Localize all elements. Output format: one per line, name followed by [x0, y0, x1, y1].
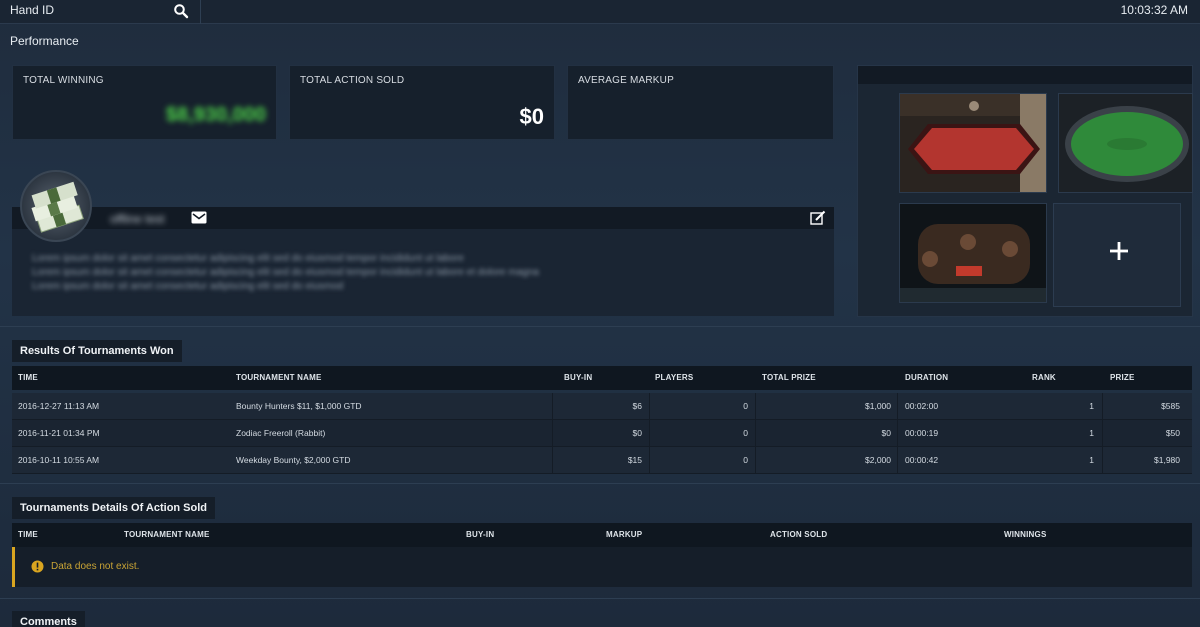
col-action-sold[interactable]: ACTION SOLD [770, 530, 827, 539]
col-buy-in[interactable]: BUY-IN [564, 373, 592, 382]
col-markup[interactable]: MARKUP [606, 530, 642, 539]
cell-buy-in: $6 [632, 401, 642, 411]
col-rank[interactable]: RANK [1032, 373, 1056, 382]
total-action-sold-title: TOTAL ACTION SOLD [300, 75, 405, 86]
plus-icon[interactable] [1110, 242, 1128, 260]
total-winning-value: $8,930,000 [165, 104, 266, 126]
cell-tournament-name: Bounty Hunters $11, $1,000 GTD [236, 401, 362, 411]
section-divider [0, 326, 1200, 327]
table-row[interactable]: 2016-12-27 11:13 AM Bounty Hunters $11, … [12, 393, 1192, 420]
gallery-header [858, 66, 1192, 84]
action-sold-table: TIME TOURNAMENT NAME BUY-IN MARKUP ACTIO… [12, 523, 1192, 587]
average-markup-card: AVERAGE MARKUP [567, 65, 834, 140]
bio-line-1: Lorem ipsum dolor sit amet consectetur a… [32, 253, 464, 264]
col-players[interactable]: PLAYERS [655, 373, 693, 382]
profile-header: offline test [12, 207, 834, 229]
cell-buy-in: $15 [627, 455, 642, 465]
cell-duration: 00:02:00 [905, 401, 939, 411]
cell-prize: $50 [1165, 428, 1180, 438]
cell-time: 2016-12-27 11:13 AM [18, 401, 100, 411]
cell-duration: 00:00:19 [905, 428, 939, 438]
col-buy-in[interactable]: BUY-IN [466, 530, 494, 539]
col-total-prize[interactable]: TOTAL PRIZE [762, 373, 816, 382]
section-divider [0, 483, 1200, 484]
col-winnings[interactable]: WINNINGS [1004, 530, 1047, 539]
avatar[interactable] [20, 170, 92, 242]
empty-state: Data does not exist. [12, 547, 1192, 587]
table-header: TIME TOURNAMENT NAME BUY-IN MARKUP ACTIO… [12, 523, 1192, 547]
green-table-thumbnail[interactable] [1058, 93, 1193, 193]
tournaments-won-label: Results Of Tournaments Won [12, 340, 182, 362]
cell-tournament-name: Weekday Bounty, $2,000 GTD [236, 455, 351, 465]
cell-total-prize: $2,000 [865, 455, 891, 465]
clock: 10:03:32 AM [1120, 3, 1188, 17]
tournaments-won-table: TIME TOURNAMENT NAME BUY-IN PLAYERS TOTA… [12, 366, 1192, 474]
search-icon[interactable] [173, 3, 189, 19]
warning-icon [31, 560, 44, 573]
top-bar: Hand ID 10:03:32 AM [0, 0, 1200, 24]
cell-prize: $1,980 [1154, 455, 1180, 465]
average-markup-title: AVERAGE MARKUP [578, 75, 674, 86]
profile-bio: Lorem ipsum dolor sit amet consectetur a… [12, 229, 834, 316]
add-theme-tile[interactable] [1053, 203, 1181, 307]
col-tournament-name[interactable]: TOURNAMENT NAME [124, 530, 210, 539]
action-sold-label: Tournaments Details Of Action Sold [12, 497, 216, 519]
total-action-sold-value: $0 [519, 104, 544, 129]
cell-players: 0 [743, 401, 748, 411]
profile-name: offline test [110, 212, 165, 226]
col-time[interactable]: TIME [18, 373, 38, 382]
cell-rank: 1 [1089, 401, 1094, 411]
edit-icon[interactable] [810, 210, 826, 226]
cell-players: 0 [743, 428, 748, 438]
col-duration[interactable]: DURATION [905, 373, 948, 382]
total-winning-card: TOTAL WINNING $8,930,000 [12, 65, 277, 140]
col-prize[interactable]: PRIZE [1110, 373, 1135, 382]
cell-rank: 1 [1089, 428, 1094, 438]
col-time[interactable]: TIME [18, 530, 38, 539]
topbar-divider [200, 0, 201, 24]
empty-message: Data does not exist. [51, 561, 140, 572]
cell-time: 2016-10-11 10:55 AM [18, 455, 100, 465]
comments-label: Comments [12, 611, 85, 627]
col-tournament-name[interactable]: TOURNAMENT NAME [236, 373, 322, 382]
red-table-thumbnail[interactable] [899, 93, 1047, 193]
dark-table-thumbnail[interactable] [899, 203, 1047, 303]
bio-line-3: Lorem ipsum dolor sit amet consectetur a… [32, 281, 344, 292]
cell-time: 2016-11-21 01:34 PM [18, 428, 100, 438]
performance-title: Performance [10, 34, 79, 48]
cell-players: 0 [743, 455, 748, 465]
bio-line-2: Lorem ipsum dolor sit amet consectetur a… [32, 267, 539, 278]
table-header: TIME TOURNAMENT NAME BUY-IN PLAYERS TOTA… [12, 366, 1192, 390]
total-action-sold-card: TOTAL ACTION SOLD $0 [289, 65, 555, 140]
table-row[interactable]: 2016-10-11 10:55 AM Weekday Bounty, $2,0… [12, 447, 1192, 474]
cell-total-prize: $0 [881, 428, 891, 438]
cell-prize: $585 [1161, 401, 1180, 411]
cell-duration: 00:00:42 [905, 455, 939, 465]
cell-total-prize: $1,000 [865, 401, 891, 411]
hand-id-label: Hand ID [10, 3, 55, 17]
total-winning-title: TOTAL WINNING [23, 75, 104, 86]
section-divider [0, 598, 1200, 599]
mail-icon[interactable] [191, 211, 207, 224]
table-row[interactable]: 2016-11-21 01:34 PM Zodiac Freeroll (Rab… [12, 420, 1192, 447]
cell-tournament-name: Zodiac Freeroll (Rabbit) [236, 428, 326, 438]
cell-buy-in: $0 [632, 428, 642, 438]
cell-rank: 1 [1089, 455, 1094, 465]
